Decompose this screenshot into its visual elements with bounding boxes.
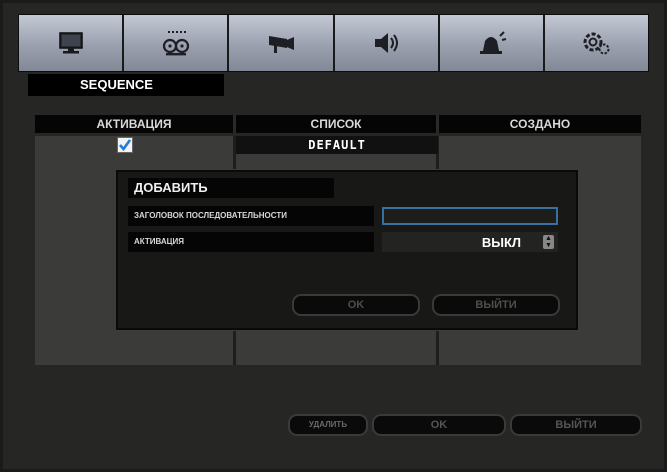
speaker-icon [375,33,399,53]
table-header: АКТИВАЦИЯ СПИСОК СОЗДАНО [35,115,641,133]
add-sequence-dialog: ДОБАВИТЬ ЗАГОЛОВОК ПОСЛЕДОВАТЕЛЬНОСТИ АК… [116,170,578,330]
activation-checkbox[interactable] [117,137,133,153]
delete-button[interactable]: УДАЛИТЬ [288,414,368,436]
sequence-title-label: ЗАГОЛОВОК ПОСЛЕДОВАТЕЛЬНОСТИ [128,206,374,226]
column-header-activation: АКТИВАЦИЯ [35,115,237,133]
dialog-exit-button[interactable]: ВЫЙТИ [432,294,560,316]
table-row-list-cell[interactable]: DEFAULT [236,136,439,154]
alarm-siren-icon [480,31,507,54]
tab-audio[interactable] [334,15,440,71]
tab-camera[interactable] [229,15,335,71]
section-title: SEQUENCE [28,74,224,96]
tab-system[interactable] [544,15,649,71]
sequence-title-input[interactable] [382,207,558,225]
exit-button[interactable]: ВЫЙТИ [510,414,642,436]
recording-reels-icon [162,31,189,56]
tab-display[interactable] [19,15,125,71]
ok-button[interactable]: OK [372,414,506,436]
activation-value: ВЫКЛ [481,234,521,250]
monitor-icon [58,32,83,54]
up-down-arrows-icon[interactable]: ▲ ▼ [543,235,554,249]
sequence-title-row: ЗАГОЛОВОК ПОСЛЕДОВАТЕЛЬНОСТИ [128,206,568,226]
activation-row: АКТИВАЦИЯ ВЫКЛ ▲ ▼ [128,232,568,252]
activation-select[interactable]: ВЫКЛ ▲ ▼ [382,232,558,252]
tab-alarm[interactable] [439,15,545,71]
checkmark-icon [119,139,132,152]
dialog-ok-button[interactable]: OK [292,294,420,316]
camera-icon [268,36,294,53]
activation-label: АКТИВАЦИЯ [128,232,374,252]
top-tab-bar [18,14,649,72]
column-header-created: СОЗДАНО [439,115,641,133]
tab-record[interactable] [124,15,230,71]
settings-gear-icon [583,32,610,55]
dialog-title: ДОБАВИТЬ [128,178,334,198]
column-header-list: СПИСОК [236,115,440,133]
